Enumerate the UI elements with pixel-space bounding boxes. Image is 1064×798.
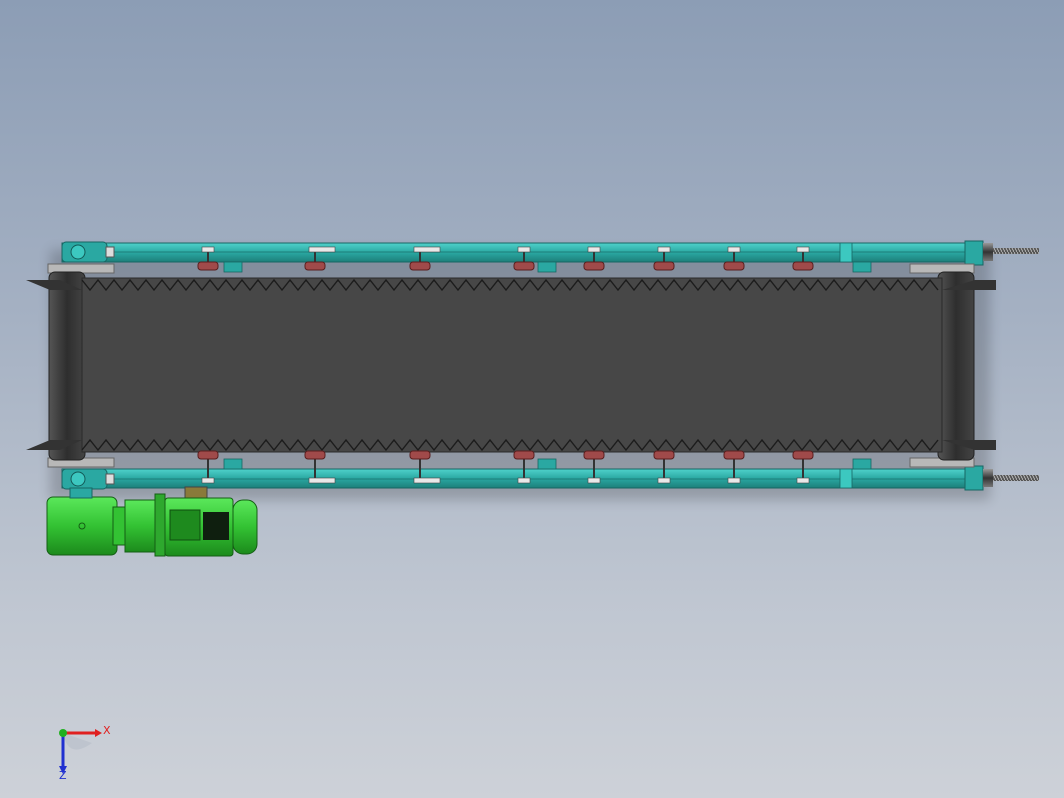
conveyor-model[interactable]: X Z: [0, 0, 1064, 798]
motor-mount: [184, 486, 208, 500]
gearbox[interactable]: [46, 496, 118, 556]
cad-graphics-area[interactable]: X Z: [0, 0, 1064, 798]
tension-screw-top[interactable]: [983, 243, 1039, 261]
tension-screw-bottom[interactable]: [983, 469, 1039, 487]
motor-endbell: [154, 493, 166, 557]
z-axis-label: Z: [59, 769, 67, 782]
coordinate-triad: X Z: [59, 724, 111, 782]
motor-nameplate-shadow: [203, 512, 229, 540]
motor-flange: [124, 499, 156, 553]
bearing-housing-top[interactable]: [61, 241, 115, 263]
bearing-housing-bottom[interactable]: [61, 468, 115, 490]
x-axis-label: X: [103, 724, 111, 737]
y-axis-dot: [59, 729, 67, 737]
conveyor-belt[interactable]: [81, 277, 943, 453]
output-flange: [69, 487, 93, 499]
tail-pulley[interactable]: [937, 271, 975, 461]
coupling: [112, 506, 126, 546]
terminal-box: [169, 509, 201, 541]
fan-cover: [232, 499, 258, 555]
drive-pulley[interactable]: [48, 271, 86, 461]
